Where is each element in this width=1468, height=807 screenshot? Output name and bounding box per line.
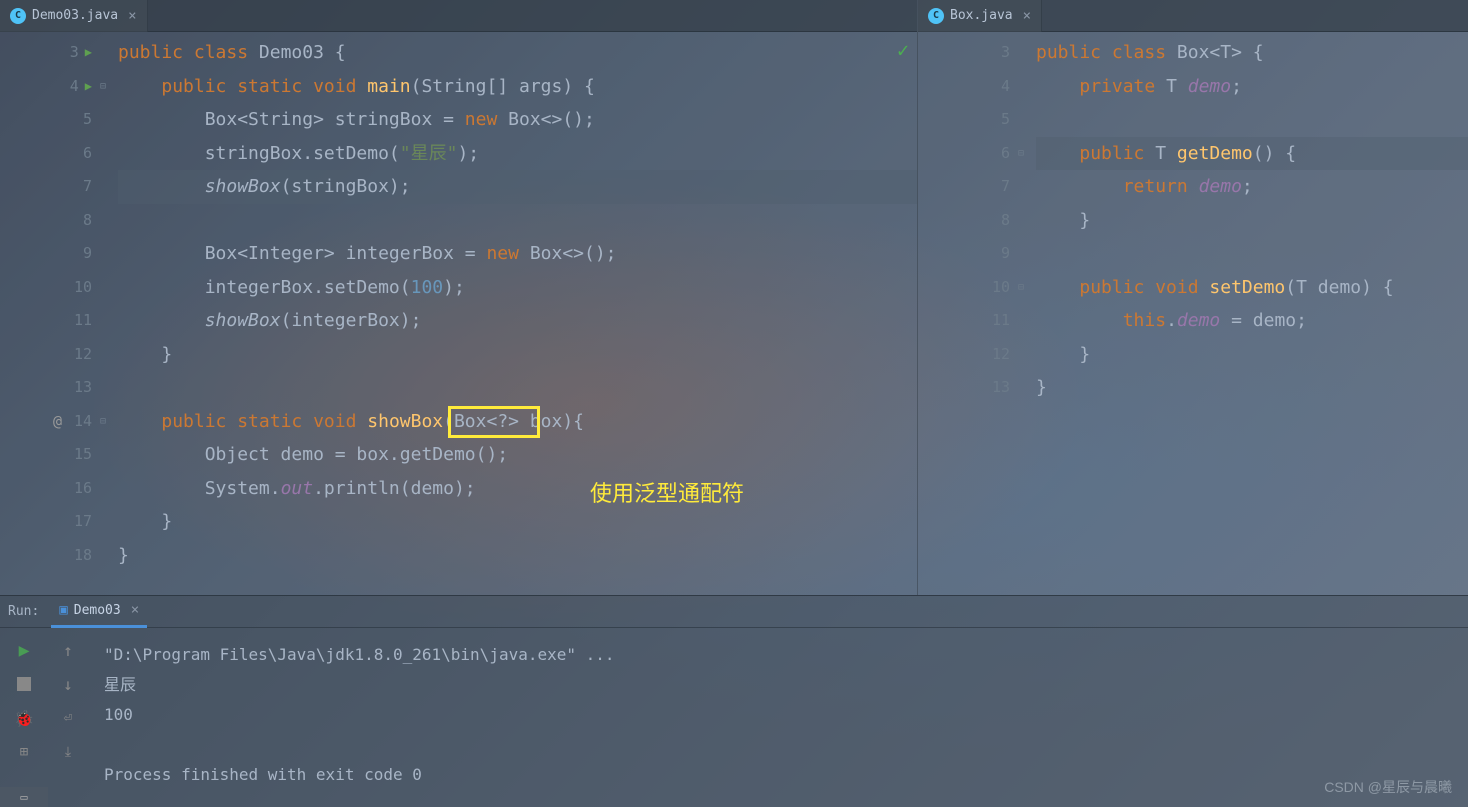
run-label: Run: — [8, 604, 39, 619]
close-icon[interactable]: × — [128, 8, 136, 24]
rerun-icon[interactable]: ▶ — [14, 640, 34, 660]
down-icon[interactable]: ↓ — [58, 674, 78, 694]
right-editor-pane: C Box.java × 3 4 5 6⊟ 7 8 9 10⊟ 11 12 — [918, 0, 1468, 595]
output-command: "D:\Program Files\Java\jdk1.8.0_261\bin\… — [104, 640, 615, 670]
close-icon[interactable]: × — [1023, 8, 1031, 24]
java-class-icon: C — [10, 8, 26, 24]
run-tabs-bar: Run: ▣ Demo03 × — [0, 596, 1468, 628]
watermark: CSDN @星辰与晨曦 — [1324, 777, 1452, 797]
run-toolbar-2: ↑ ↓ ⏎ ⤓ — [48, 628, 88, 802]
output-line: 星辰 — [104, 670, 615, 700]
right-tabs: C Box.java × — [918, 0, 1468, 32]
scroll-end-icon[interactable]: ⤓ — [58, 742, 78, 762]
run-output[interactable]: "D:\Program Files\Java\jdk1.8.0_261\bin\… — [88, 628, 631, 802]
tab-label: Demo03.java — [32, 8, 118, 23]
run-tab-label: Demo03 — [74, 603, 121, 618]
run-toolbar: ▶ 🐞 ⊞ — [0, 628, 48, 802]
bottom-left-icon[interactable]: ▭ — [0, 787, 48, 807]
soft-wrap-icon[interactable]: ⏎ — [58, 708, 78, 728]
left-gutter: 3▶ 4▶⊟ 5 6 7 8 9 10 11 12 13 @14⊟ 15 16 … — [0, 36, 100, 572]
stop-icon[interactable] — [14, 674, 34, 694]
tab-demo03[interactable]: C Demo03.java × — [0, 0, 148, 32]
left-code-content[interactable]: public class Demo03 { public static void… — [100, 36, 917, 572]
right-gutter: 3 4 5 6⊟ 7 8 9 10⊟ 11 12 13 — [918, 36, 1018, 405]
run-gutter-icon[interactable]: ▶ — [85, 36, 92, 70]
run-panel: Run: ▣ Demo03 × ▶ 🐞 ⊞ ↑ ↓ ⏎ ⤓ "D:\Progra… — [0, 595, 1468, 807]
close-icon[interactable]: × — [131, 602, 139, 618]
layout-icon[interactable]: ⊞ — [14, 742, 34, 762]
output-exit: Process finished with exit code 0 — [104, 760, 615, 790]
tab-box[interactable]: C Box.java × — [918, 0, 1042, 32]
window-icon: ▣ — [59, 602, 67, 618]
override-icon: @ — [53, 405, 62, 439]
right-code-area[interactable]: 3 4 5 6⊟ 7 8 9 10⊟ 11 12 13 public class… — [918, 32, 1468, 405]
up-icon[interactable]: ↑ — [58, 640, 78, 660]
run-tab-demo03[interactable]: ▣ Demo03 × — [51, 596, 147, 628]
left-editor-pane: C Demo03.java × ✓ 3▶ 4▶⊟ 5 6 7 8 9 10 11… — [0, 0, 918, 595]
left-tabs: C Demo03.java × — [0, 0, 917, 32]
run-gutter-icon[interactable]: ▶ — [85, 70, 92, 104]
right-code-content[interactable]: public class Box<T> { private T demo; pu… — [1018, 36, 1468, 405]
output-line: 100 — [104, 700, 615, 730]
bug-icon[interactable]: 🐞 — [14, 708, 34, 728]
left-code-area[interactable]: 3▶ 4▶⊟ 5 6 7 8 9 10 11 12 13 @14⊟ 15 16 … — [0, 32, 917, 572]
java-class-icon: C — [928, 8, 944, 24]
tab-label: Box.java — [950, 8, 1013, 23]
